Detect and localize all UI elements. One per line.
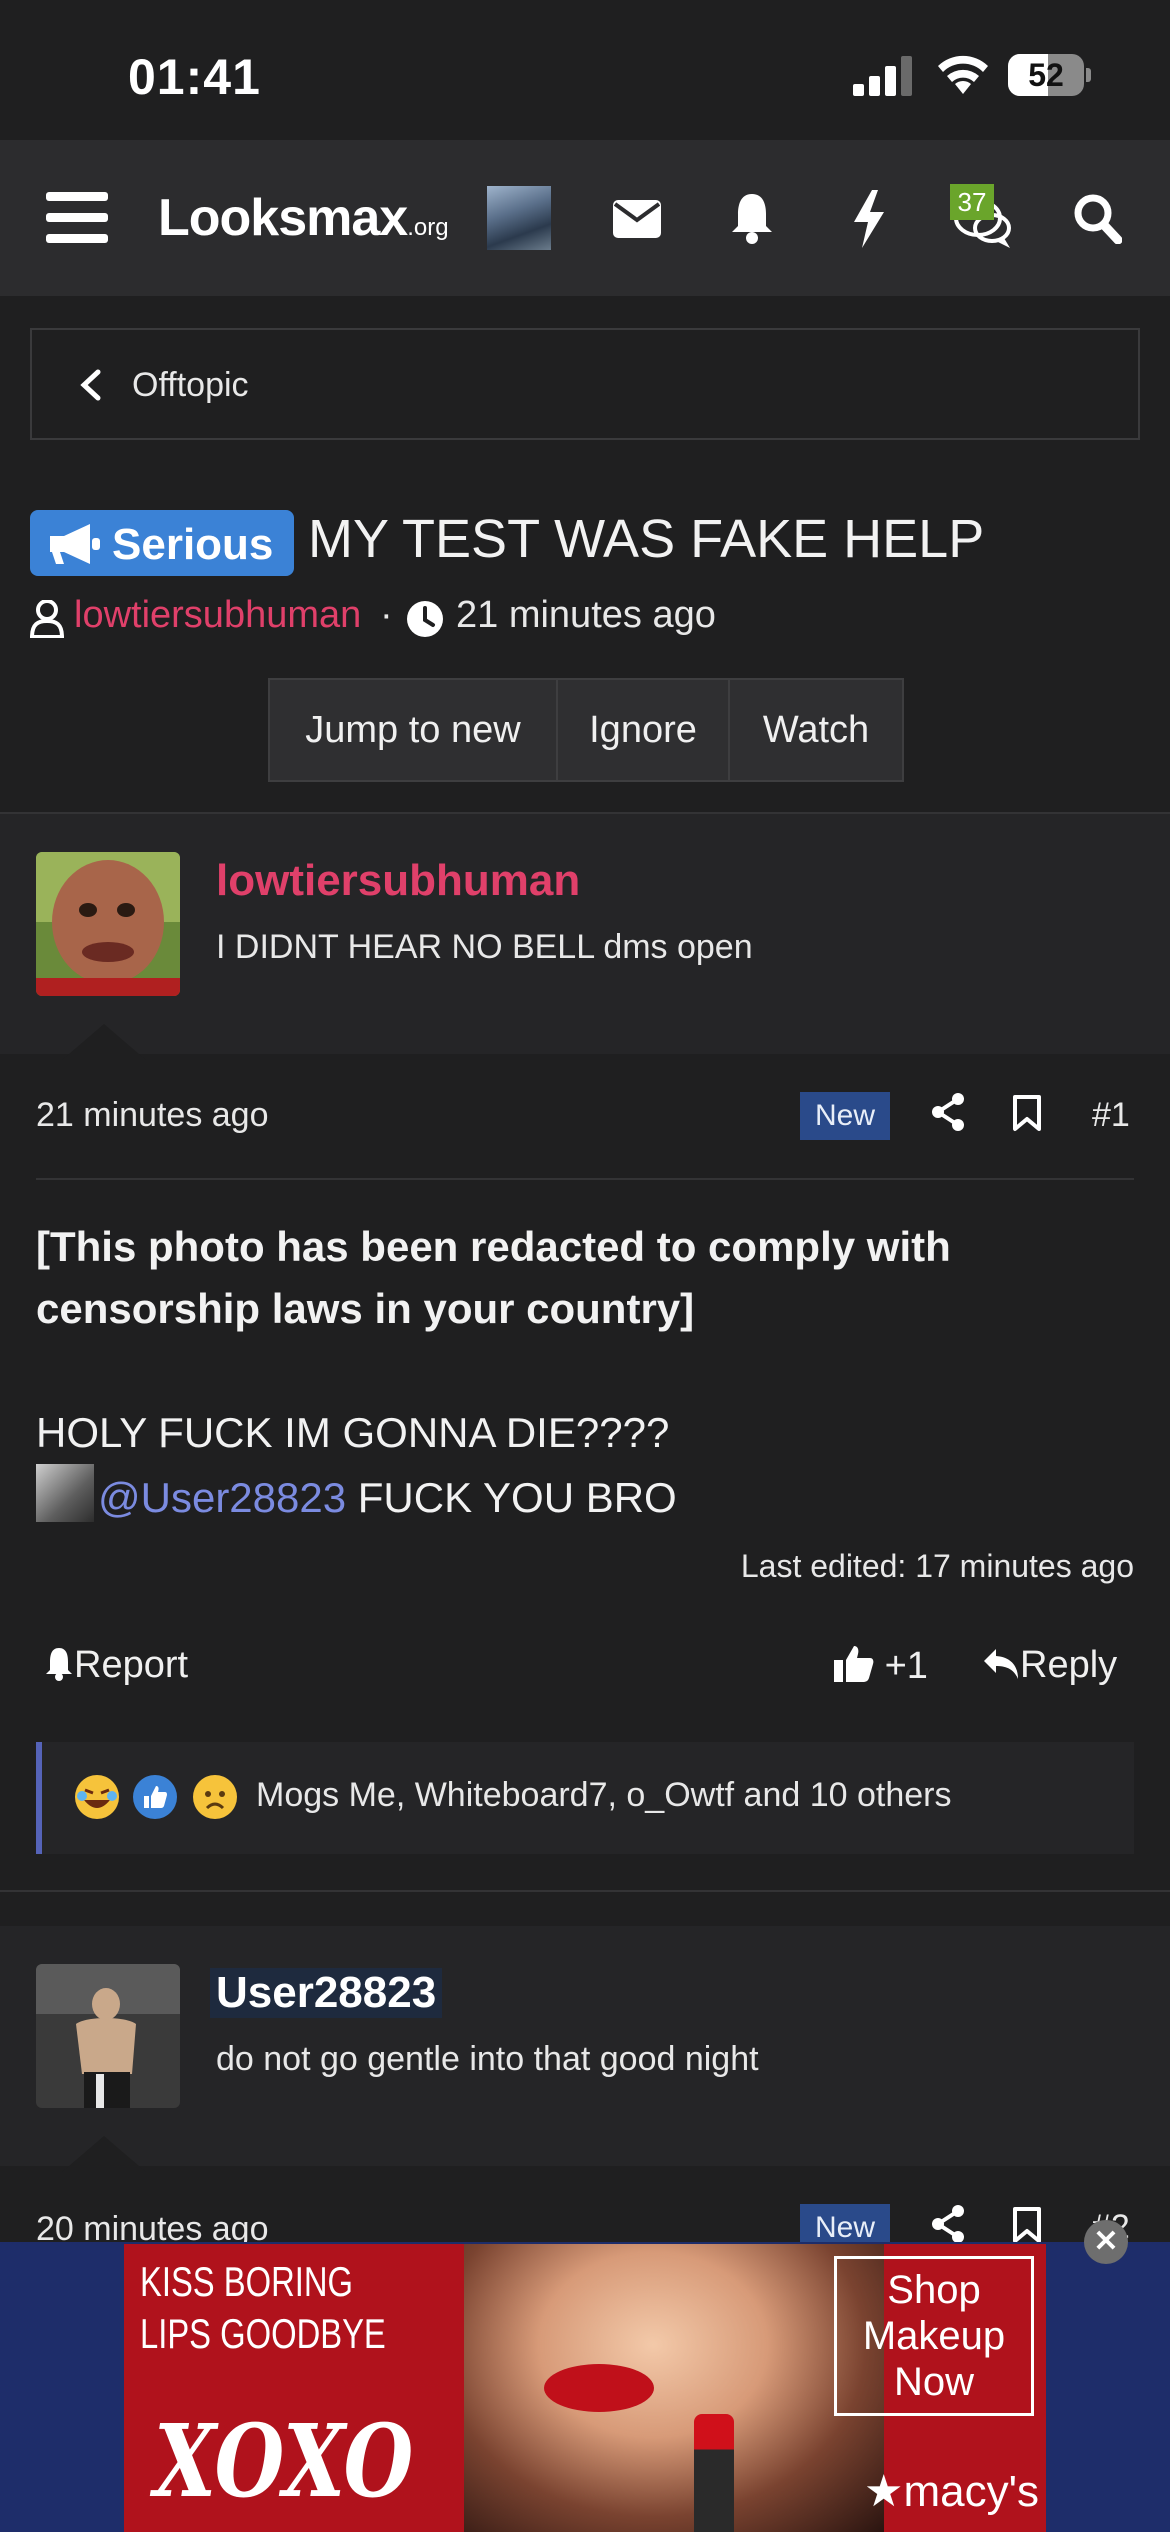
envelope-icon[interactable] xyxy=(613,200,661,238)
post-meta-row: 21 minutes ago New #1 xyxy=(0,1056,1170,1176)
divider xyxy=(36,1178,1134,1180)
watch-button[interactable]: Watch xyxy=(728,678,904,782)
post-author-name[interactable]: lowtiersubhuman xyxy=(216,856,580,906)
user-avatar[interactable] xyxy=(487,186,551,250)
bell-icon xyxy=(46,1648,72,1681)
post-author-name[interactable]: User28823 xyxy=(210,1968,443,2018)
share-icon[interactable] xyxy=(930,1092,966,1132)
ad-close-button[interactable]: ✕ xyxy=(1084,2220,1128,2264)
post-time[interactable]: 21 minutes ago xyxy=(36,1096,269,1135)
post-body: [This photo has been redacted to comply … xyxy=(36,1216,1136,1529)
ad-cta-button[interactable]: Shop Makeup Now xyxy=(834,2256,1034,2416)
post-arrow xyxy=(62,1024,146,1060)
battery-indicator: 52 xyxy=(1008,54,1091,96)
thread-title: MY TEST WAS FAKE HELP xyxy=(308,509,985,569)
ignore-button[interactable]: Ignore xyxy=(556,678,730,782)
post-arrow xyxy=(62,2136,146,2172)
status-bar: 01:41 52 xyxy=(0,0,1170,140)
thread-author-link[interactable]: lowtiersubhuman xyxy=(74,594,361,637)
reactions-summary: Mogs Me, Whiteboard7, o_Owtf and 10 othe… xyxy=(256,1776,952,1814)
status-time: 01:41 xyxy=(128,49,261,105)
megaphone-icon xyxy=(50,524,100,564)
meta-separator: · xyxy=(380,594,393,636)
post-action-row: Report +1 Reply xyxy=(0,1630,1170,1710)
divider xyxy=(0,1890,1170,1892)
reactions-bar[interactable]: Mogs Me, Whiteboard7, o_Owtf and 10 othe… xyxy=(36,1742,1134,1854)
laughing-crying-emoji-icon xyxy=(75,1775,119,1819)
share-icon[interactable] xyxy=(930,2204,966,2244)
reply-icon xyxy=(984,1649,1018,1679)
report-button[interactable]: Report xyxy=(44,1644,188,1687)
chat-count-badge: 37 xyxy=(950,184,994,220)
ad-headline-line2: LIPS GOODBYE xyxy=(140,2310,386,2357)
post-user-header: User28823 do not go gentle into that goo… xyxy=(0,1926,1170,2166)
search-icon[interactable] xyxy=(1074,194,1122,244)
hamburger-menu-icon[interactable] xyxy=(46,192,108,244)
reply-button[interactable]: Reply xyxy=(982,1644,1117,1687)
post-author-title: do not go gentle into that good night xyxy=(216,2040,759,2078)
top-navbar: Looksmax.org 37 xyxy=(0,140,1170,296)
ad-headline-line1: KISS BORING xyxy=(140,2258,353,2305)
clock-icon xyxy=(407,601,443,637)
signal-icon xyxy=(853,56,912,96)
bell-icon[interactable] xyxy=(730,192,774,244)
thumbs-up-icon xyxy=(834,1646,874,1682)
battery-level-text: 52 xyxy=(1028,57,1064,93)
breadcrumb[interactable]: Offtopic xyxy=(30,328,1140,440)
thread-prefix-badge: Serious xyxy=(30,510,294,576)
sad-emoji-icon xyxy=(193,1775,237,1819)
bookmark-icon[interactable] xyxy=(1012,1094,1042,1132)
ad-xoxo: XOXO xyxy=(154,2402,414,2520)
thread-time: 21 minutes ago xyxy=(456,594,716,636)
ad-banner[interactable]: KISS BORING LIPS GOODBYE XOXO Shop Makeu… xyxy=(124,2244,1046,2532)
post-author-avatar[interactable] xyxy=(36,1964,180,2108)
jump-to-new-button[interactable]: Jump to new xyxy=(268,678,558,782)
post-number[interactable]: #1 xyxy=(1092,1096,1130,1135)
ad-model-image xyxy=(464,2244,884,2532)
post-author-avatar[interactable] xyxy=(36,852,180,996)
like-reaction-icon xyxy=(133,1775,177,1819)
user-mention-link[interactable]: @User28823 xyxy=(98,1474,346,1521)
post-text-line: HOLY FUCK IM GONNA DIE???? xyxy=(36,1409,670,1456)
post-user-header: lowtiersubhuman I DIDNT HEAR NO BELL dms… xyxy=(0,814,1170,1054)
ad-lips-image xyxy=(544,2364,654,2412)
last-edited-note: Last edited: 17 minutes ago xyxy=(740,1548,1134,1584)
mention-avatar xyxy=(36,1464,94,1522)
site-logo[interactable]: Looksmax.org xyxy=(158,188,449,248)
wifi-icon xyxy=(938,55,988,94)
post-redacted-text: [This photo has been redacted to comply … xyxy=(36,1223,951,1332)
like-button[interactable]: +1 xyxy=(834,1644,928,1688)
post-text-line: @User28823 FUCK YOU BRO xyxy=(36,1464,1136,1529)
ad-lipstick-image xyxy=(694,2414,734,2532)
lightning-icon[interactable] xyxy=(852,190,886,248)
chevron-left-icon xyxy=(80,369,101,401)
thread-prefix-label: Serious xyxy=(112,520,274,569)
user-icon xyxy=(30,600,64,638)
post-author-title: I DIDNT HEAR NO BELL dms open xyxy=(216,928,753,966)
new-badge: New xyxy=(800,1092,890,1140)
bookmark-icon[interactable] xyxy=(1012,2206,1042,2244)
ad-brand-logo: ★macy's xyxy=(864,2467,1039,2516)
breadcrumb-label: Offtopic xyxy=(132,366,249,404)
